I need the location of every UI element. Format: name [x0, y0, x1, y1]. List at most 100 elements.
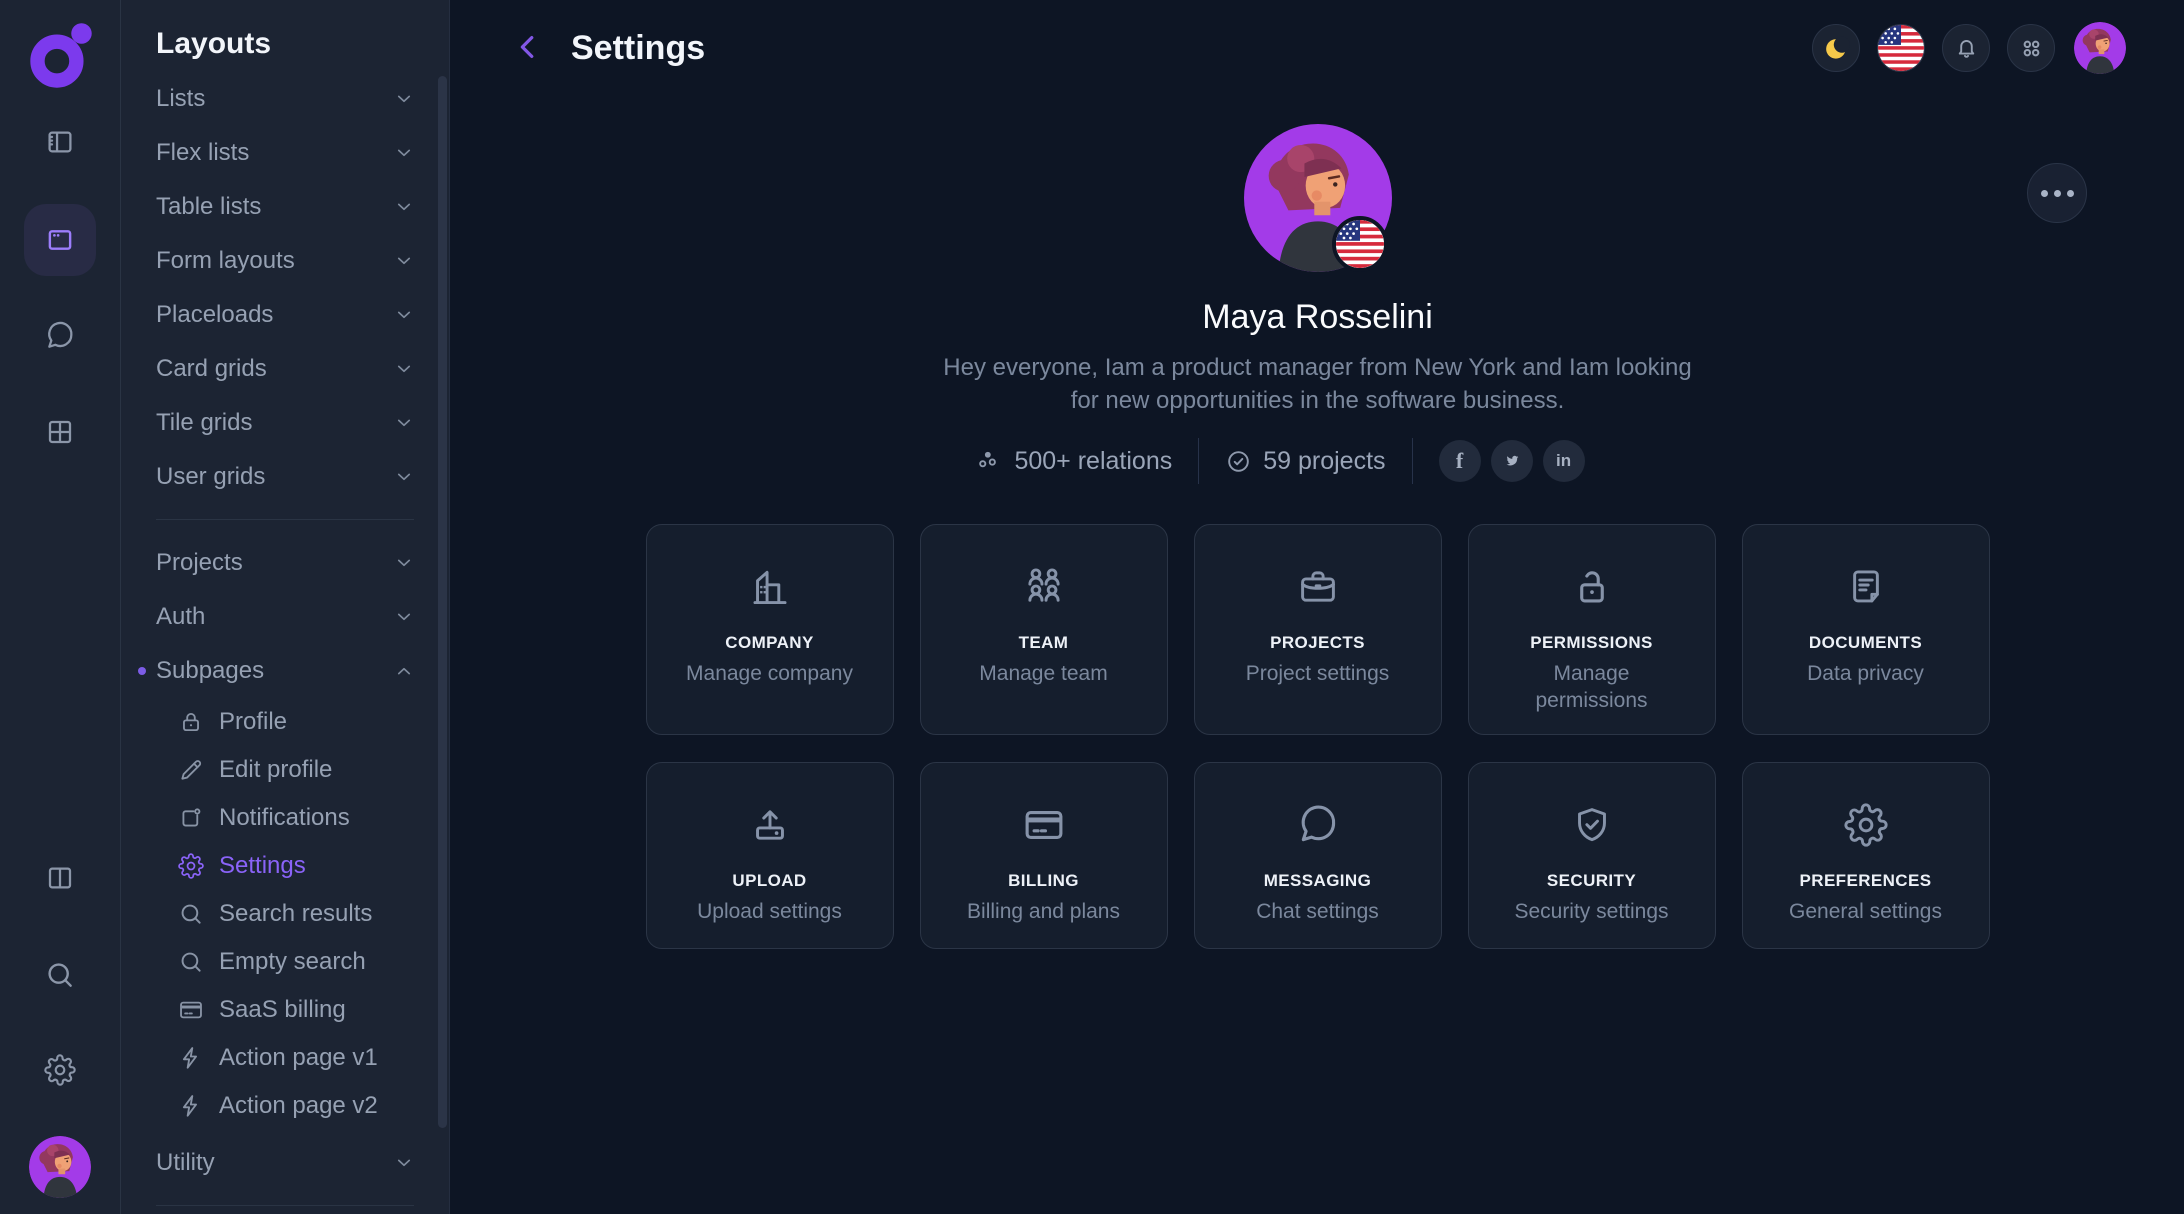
sidebar-item-user-grids[interactable]: User grids	[121, 450, 449, 504]
facebook-button[interactable]: f	[1439, 440, 1481, 482]
rail-settings-button[interactable]	[24, 1034, 96, 1106]
lock-open-icon	[1570, 565, 1614, 609]
card-team[interactable]: TEAM Manage team	[920, 524, 1168, 735]
sidebar-item-utility[interactable]: Utility	[121, 1136, 449, 1190]
chevron-down-icon	[395, 554, 413, 572]
topbar-actions	[1812, 22, 2126, 74]
sidebar-item-card-grids[interactable]: Card grids	[121, 342, 449, 396]
rail-user-avatar[interactable]	[29, 1136, 91, 1198]
notification-square-icon	[178, 805, 204, 831]
topbar: Settings	[451, 0, 2184, 96]
rail-grid-button[interactable]	[24, 396, 96, 468]
notifications-button[interactable]	[1942, 24, 1990, 72]
profile-stats: 500+ relations 59 projects f in	[401, 438, 2134, 484]
linkedin-button[interactable]: in	[1543, 440, 1585, 482]
sidebar-divider-bottom	[156, 1205, 414, 1206]
search-icon	[178, 901, 204, 927]
avatar-illustration	[2074, 22, 2126, 74]
sidebar-subitem-empty-search[interactable]: Empty search	[121, 938, 449, 986]
card-messaging[interactable]: MESSAGING Chat settings	[1194, 762, 1442, 949]
card-projects[interactable]: PROJECTS Project settings	[1194, 524, 1442, 735]
sidebar-item-placeloads[interactable]: Placeloads	[121, 288, 449, 342]
sidebar-subitem-edit-profile[interactable]: Edit profile	[121, 746, 449, 794]
app-root: Layouts Lists Flex lists Table lists For…	[0, 0, 2184, 1214]
gear-icon	[1844, 803, 1888, 847]
rail-panels-button[interactable]	[24, 106, 96, 178]
chevron-down-icon	[395, 608, 413, 626]
search-icon	[178, 949, 204, 975]
sidebar-item-lists[interactable]: Lists	[121, 72, 449, 126]
sidebar-title: Layouts	[121, 26, 449, 62]
relations-stat: 500+ relations	[950, 447, 1198, 476]
theme-toggle-button[interactable]	[1812, 24, 1860, 72]
twitter-icon	[1502, 451, 1522, 471]
sidebar-item-flex-lists[interactable]: Flex lists	[121, 126, 449, 180]
page-title: Settings	[571, 29, 1812, 68]
team-icon	[1022, 565, 1066, 609]
credit-card-icon	[1022, 803, 1066, 847]
stat-divider	[1412, 438, 1413, 484]
more-options-button[interactable]	[2027, 163, 2087, 223]
topbar-user-avatar[interactable]	[2074, 22, 2126, 74]
sidebar-subitem-notifications[interactable]: Notifications	[121, 794, 449, 842]
brand-logo-icon	[16, 12, 104, 100]
brand-logo[interactable]	[16, 12, 104, 100]
settings-cards-row-1: COMPANY Manage company TEAM Manage team …	[646, 524, 1990, 735]
sidebar-item-table-lists[interactable]: Table lists	[121, 180, 449, 234]
chevron-down-icon	[395, 1154, 413, 1172]
sidebar-item-subpages[interactable]: Subpages	[121, 644, 449, 698]
twitter-button[interactable]	[1491, 440, 1533, 482]
card-preferences[interactable]: PREFERENCES General settings	[1742, 762, 1990, 949]
sidebar-item-projects[interactable]: Projects	[121, 536, 449, 590]
sidebar-subitem-action-page-v2[interactable]: Action page v2	[121, 1082, 449, 1130]
sidebar-divider	[156, 519, 414, 520]
building-icon	[748, 565, 792, 609]
rail-layouts-button[interactable]	[24, 204, 96, 276]
apps-button[interactable]	[2007, 24, 2055, 72]
panel-icon	[44, 126, 76, 158]
language-button[interactable]	[1877, 24, 1925, 72]
search-icon	[44, 959, 76, 991]
rail-search-button[interactable]	[24, 939, 96, 1011]
sidebar-scrollbar[interactable]	[438, 76, 447, 1128]
sidebar-subitem-action-page-v1[interactable]: Action page v1	[121, 1034, 449, 1082]
card-documents[interactable]: DOCUMENTS Data privacy	[1742, 524, 1990, 735]
icon-rail	[0, 0, 121, 1214]
back-button[interactable]	[511, 31, 545, 65]
gear-icon	[44, 1054, 76, 1086]
rail-columns-button[interactable]	[24, 842, 96, 914]
grid-icon	[44, 416, 76, 448]
sidebar-subitem-search-results[interactable]: Search results	[121, 890, 449, 938]
card-permissions[interactable]: PERMISSIONS Manage permissions	[1468, 524, 1716, 735]
card-security[interactable]: SECURITY Security settings	[1468, 762, 1716, 949]
sidebar-subitem-profile[interactable]: Profile	[121, 698, 449, 746]
columns-icon	[44, 862, 76, 894]
sidebar-item-auth[interactable]: Auth	[121, 590, 449, 644]
chevron-down-icon	[395, 90, 413, 108]
chat-bubble-icon	[44, 320, 76, 352]
card-upload[interactable]: UPLOAD Upload settings	[646, 762, 894, 949]
sidebar-subitem-settings[interactable]: Settings	[121, 842, 449, 890]
card-billing[interactable]: BILLING Billing and plans	[920, 762, 1168, 949]
profile-avatar[interactable]	[1244, 124, 1392, 272]
check-circle-icon	[1225, 448, 1252, 475]
profile-section: Maya Rosselini Hey everyone, Iam a produ…	[451, 124, 2184, 949]
sidebar-subitem-saas-billing[interactable]: SaaS billing	[121, 986, 449, 1034]
chevron-left-icon	[513, 32, 543, 62]
profile-bio: Hey everyone, Iam a product manager from…	[451, 351, 2184, 417]
sidebar-item-tile-grids[interactable]: Tile grids	[121, 396, 449, 450]
bell-icon	[1953, 35, 1980, 62]
relations-icon	[976, 448, 1003, 475]
avatar-illustration	[29, 1136, 91, 1198]
card-company[interactable]: COMPANY Manage company	[646, 524, 894, 735]
bolt-icon	[178, 1093, 204, 1119]
rail-messages-button[interactable]	[24, 300, 96, 372]
chat-bubble-icon	[1296, 803, 1340, 847]
sidebar-item-form-layouts[interactable]: Form layouts	[121, 234, 449, 288]
sidebar: Layouts Lists Flex lists Table lists For…	[121, 0, 450, 1214]
moon-icon	[1823, 35, 1850, 62]
settings-cards-row-2: UPLOAD Upload settings BILLING Billing a…	[646, 762, 1990, 949]
bolt-icon	[178, 1045, 204, 1071]
app-window-icon	[44, 224, 76, 256]
briefcase-icon	[1296, 565, 1340, 609]
